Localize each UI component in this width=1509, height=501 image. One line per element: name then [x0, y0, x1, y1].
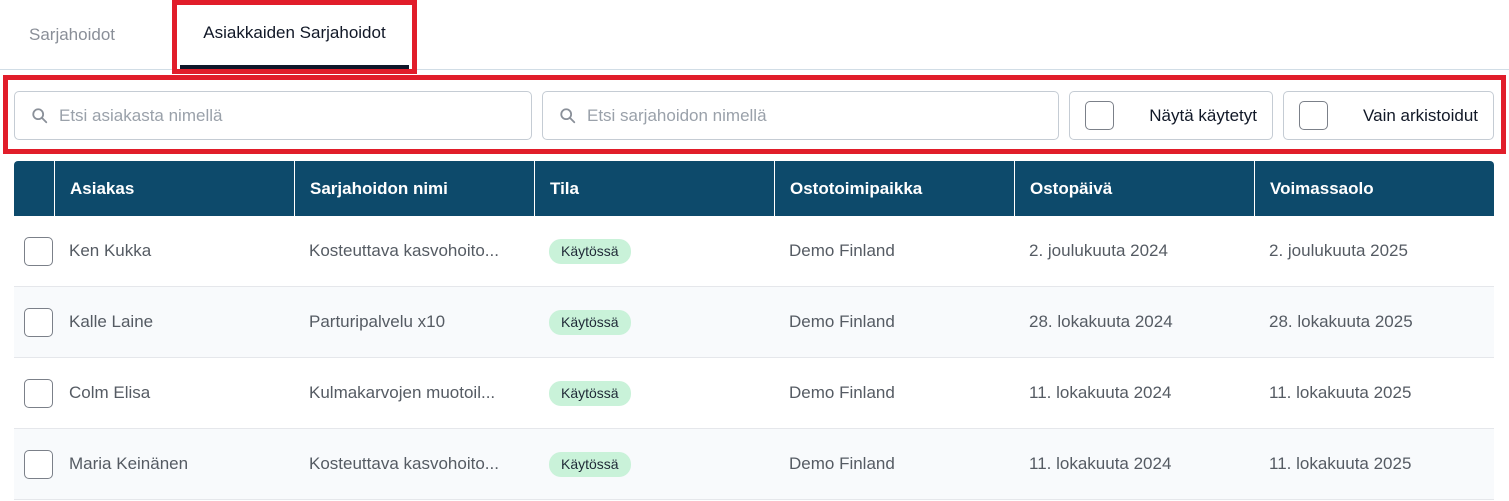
row-checkbox[interactable] — [24, 307, 53, 337]
tab-label: Sarjahoidot — [29, 25, 116, 44]
column-header-validity[interactable]: Voimassaolo — [1254, 161, 1494, 216]
cell-location: Demo Finland — [789, 454, 895, 473]
cell-series-name: Kosteuttava kasvohoito... — [309, 241, 499, 260]
table-row[interactable]: Kalle Laine Parturipalvelu x10 Käytössä … — [14, 287, 1494, 358]
status-badge: Käytössä — [549, 238, 631, 264]
only-archived-toggle[interactable]: Vain arkistoidut — [1283, 91, 1494, 140]
cell-series-name: Parturipalvelu x10 — [309, 312, 446, 331]
customer-search-input[interactable] — [59, 105, 479, 126]
search-icon — [560, 107, 576, 123]
only-archived-label: Vain arkistoidut — [1363, 105, 1478, 125]
search-icon — [32, 107, 48, 123]
column-header-customer[interactable]: Asiakas — [54, 161, 294, 216]
tab-bar: Sarjahoidot Asiakkaiden Sarjahoidot — [0, 0, 1509, 74]
cell-validity: 11. lokakuuta 2025 — [1269, 454, 1412, 473]
cell-location: Demo Finland — [789, 312, 895, 331]
only-archived-checkbox[interactable] — [1299, 101, 1328, 130]
cell-customer: Colm Elisa — [69, 383, 151, 402]
status-badge: Käytössä — [549, 380, 631, 406]
status-badge: Käytössä — [549, 451, 631, 477]
cell-location: Demo Finland — [789, 241, 895, 260]
cell-validity: 11. lokakuuta 2025 — [1269, 383, 1412, 402]
cell-series-name: Kosteuttava kasvohoito... — [309, 454, 499, 473]
show-used-label: Näytä käytetyt — [1149, 105, 1257, 125]
cell-location: Demo Finland — [789, 383, 895, 402]
cell-purchase-date: 11. lokakuuta 2024 — [1029, 383, 1172, 402]
column-header-series-name[interactable]: Sarjahoidon nimi — [294, 161, 534, 216]
cell-validity: 2. joulukuuta 2025 — [1269, 241, 1408, 260]
show-used-checkbox[interactable] — [1085, 101, 1114, 130]
cell-validity: 28. lokakuuta 2025 — [1269, 312, 1413, 331]
table-header: Asiakas Sarjahoidon nimi Tila Ostotoimip… — [14, 161, 1494, 216]
table-row[interactable]: Maria Keinänen Kosteuttava kasvohoito...… — [14, 429, 1494, 500]
table-row[interactable]: Colm Elisa Kulmakarvojen muotoil... Käyt… — [14, 358, 1494, 429]
row-checkbox[interactable] — [24, 449, 53, 479]
cell-customer: Ken Kukka — [69, 241, 152, 260]
column-header-purchase-date[interactable]: Ostopäivä — [1014, 161, 1254, 216]
column-header-status[interactable]: Tila — [534, 161, 774, 216]
customer-search-field[interactable] — [14, 91, 532, 140]
active-tab-indicator — [180, 65, 409, 69]
column-header-location[interactable]: Ostotoimipaikka — [774, 161, 1014, 216]
select-column-header — [14, 161, 54, 216]
cell-purchase-date: 2. joulukuuta 2024 — [1029, 241, 1168, 260]
table-row[interactable]: Ken Kukka Kosteuttava kasvohoito... Käyt… — [14, 216, 1494, 287]
cell-series-name: Kulmakarvojen muotoil... — [309, 383, 496, 402]
customer-series-table: Asiakas Sarjahoidon nimi Tila Ostotoimip… — [14, 161, 1494, 500]
tab-label: Asiakkaiden Sarjahoidot — [203, 23, 386, 42]
cell-purchase-date: 28. lokakuuta 2024 — [1029, 312, 1173, 331]
tab-sarjahoidot[interactable]: Sarjahoidot — [29, 0, 115, 70]
show-used-toggle[interactable]: Näytä käytetyt — [1069, 91, 1273, 140]
row-checkbox[interactable] — [24, 236, 53, 266]
row-checkbox[interactable] — [24, 378, 53, 408]
cell-purchase-date: 11. lokakuuta 2024 — [1029, 454, 1172, 473]
series-search-field[interactable] — [542, 91, 1059, 140]
status-badge: Käytössä — [549, 309, 631, 335]
tab-asiakkaiden-sarjahoidot[interactable]: Asiakkaiden Sarjahoidot — [172, 0, 417, 74]
cell-customer: Maria Keinänen — [69, 454, 189, 473]
cell-customer: Kalle Laine — [69, 312, 154, 331]
series-search-input[interactable] — [587, 105, 1007, 126]
